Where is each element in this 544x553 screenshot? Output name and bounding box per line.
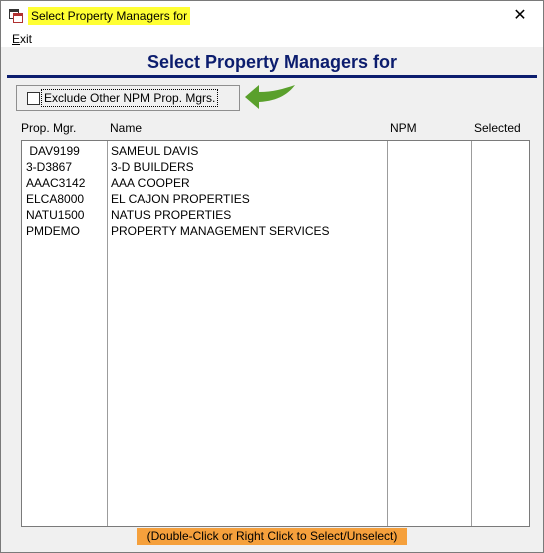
- prop-mgr-code: DAV9199: [26, 144, 80, 158]
- window-title: Select Property Managers for: [28, 7, 191, 25]
- exclude-other-npm-label[interactable]: Exclude Other NPM Prop. Mgrs.: [41, 89, 219, 107]
- list-item[interactable]: 3-D3867 3-D BUILDERS: [22, 159, 529, 175]
- column-header-npm: NPM: [390, 121, 417, 135]
- select-hint: (Double-Click or Right Click to Select/U…: [137, 528, 407, 545]
- list-item[interactable]: PMDEMO PROPERTY MANAGEMENT SERVICES: [22, 223, 529, 239]
- list-item[interactable]: DAV9199 SAMEUL DAVIS: [22, 143, 529, 159]
- heading-divider: [7, 75, 537, 78]
- list-item[interactable]: NATU1500 NATUS PROPERTIES: [22, 207, 529, 223]
- menu-item-exit-mnemonic: E: [12, 32, 21, 46]
- exclude-checkbox-group: Exclude Other NPM Prop. Mgrs.: [16, 85, 240, 111]
- prop-mgr-name: NATUS PROPERTIES: [111, 208, 232, 222]
- prop-mgr-name: PROPERTY MANAGEMENT SERVICES: [111, 224, 330, 238]
- prop-mgr-code: AAAC3142: [26, 176, 86, 190]
- prop-mgr-code: ELCA8000: [26, 192, 85, 206]
- list-item[interactable]: ELCA8000 EL CAJON PROPERTIES: [22, 191, 529, 207]
- dialog-content: Select Property Managers for Exclude Oth…: [7, 47, 537, 547]
- column-header-selected: Selected: [474, 121, 521, 135]
- prop-mgr-code: 3-D3867: [26, 160, 73, 174]
- menu-item-exit[interactable]: Exit: [12, 32, 32, 46]
- prop-mgr-name: AAA COOPER: [111, 176, 190, 190]
- dialog-window: Select Property Managers for ✕ Exit Sele…: [0, 0, 544, 553]
- title-bar[interactable]: Select Property Managers for ✕: [1, 1, 543, 31]
- page-title: Select Property Managers for: [146, 52, 398, 72]
- window-app-icon[interactable]: [9, 9, 23, 23]
- green-arrow-icon: [245, 85, 295, 109]
- exclude-other-npm-checkbox[interactable]: [27, 92, 40, 105]
- close-icon: ✕: [513, 7, 527, 24]
- prop-mgr-name: 3-D BUILDERS: [111, 160, 194, 174]
- prop-mgr-name: EL CAJON PROPERTIES: [111, 192, 250, 206]
- menu-bar: Exit: [1, 31, 543, 47]
- menu-item-exit-label: xit: [20, 32, 33, 46]
- column-header-name: Name: [110, 121, 143, 135]
- list-item[interactable]: AAAC3142 AAA COOPER: [22, 175, 529, 191]
- column-header-prop-mgr: Prop. Mgr.: [21, 121, 77, 135]
- close-button[interactable]: ✕: [497, 1, 543, 31]
- prop-mgr-name: SAMEUL DAVIS: [111, 144, 199, 158]
- prop-mgr-code: NATU1500: [26, 208, 85, 222]
- prop-mgr-code: PMDEMO: [26, 224, 80, 238]
- property-managers-list[interactable]: DAV9199 SAMEUL DAVIS 3-D3867 3-D BUILDER…: [21, 140, 530, 527]
